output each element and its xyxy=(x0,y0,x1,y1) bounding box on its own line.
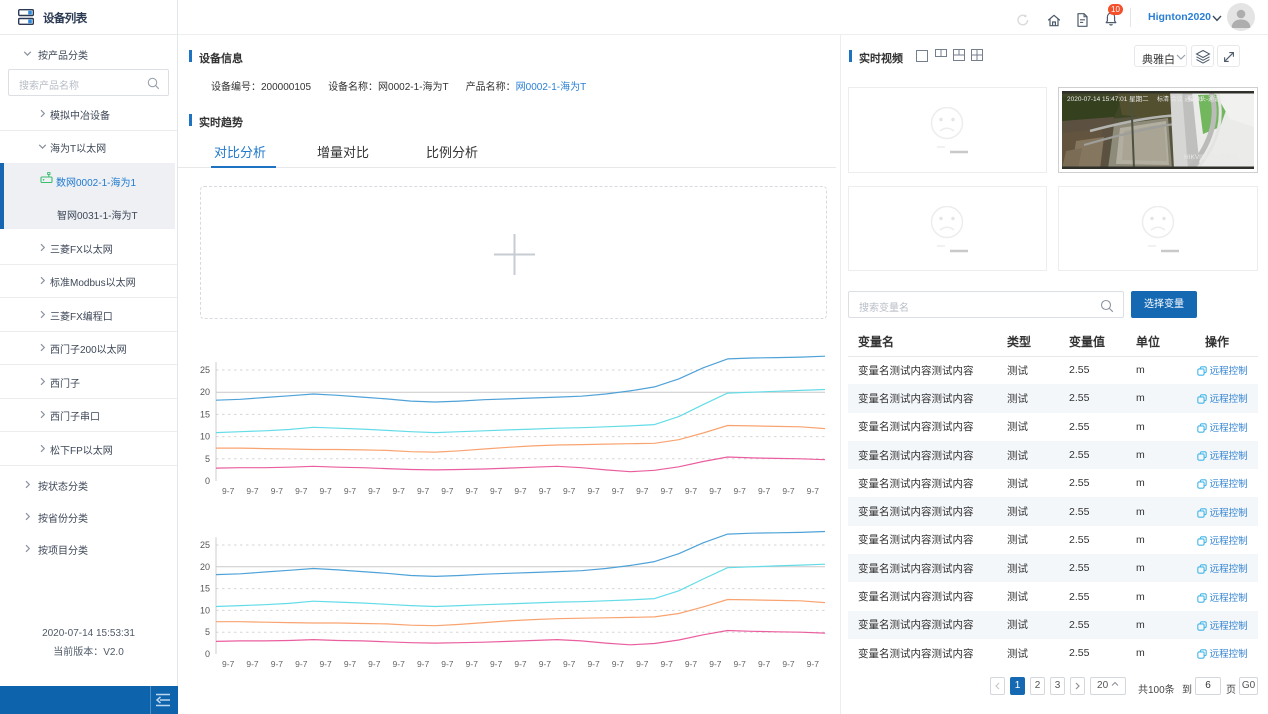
svg-text:9-7: 9-7 xyxy=(587,486,600,496)
svg-text:20: 20 xyxy=(200,562,210,572)
svg-text:0: 0 xyxy=(205,476,210,486)
svg-text:9-7: 9-7 xyxy=(685,659,698,669)
svg-text:9-7: 9-7 xyxy=(271,659,284,669)
svg-text:9-7: 9-7 xyxy=(466,486,479,496)
svg-text:9-7: 9-7 xyxy=(222,659,235,669)
svg-text:9-7: 9-7 xyxy=(587,659,600,669)
svg-text:9-7: 9-7 xyxy=(612,486,625,496)
svg-text:9-7: 9-7 xyxy=(319,659,332,669)
svg-text:9-7: 9-7 xyxy=(734,659,747,669)
svg-text:9-7: 9-7 xyxy=(490,659,503,669)
svg-text:9-7: 9-7 xyxy=(246,486,259,496)
svg-text:9-7: 9-7 xyxy=(514,486,527,496)
svg-text:9-7: 9-7 xyxy=(271,486,284,496)
svg-text:9-7: 9-7 xyxy=(807,659,820,669)
svg-text:9-7: 9-7 xyxy=(685,486,698,496)
svg-text:15: 15 xyxy=(200,584,210,594)
svg-text:9-7: 9-7 xyxy=(295,659,308,669)
svg-text:9-7: 9-7 xyxy=(636,659,649,669)
svg-text:9-7: 9-7 xyxy=(636,486,649,496)
svg-text:9-7: 9-7 xyxy=(490,486,503,496)
svg-text:摄像头-通道01: 摄像头-通道01 xyxy=(1188,95,1227,103)
svg-text:9-7: 9-7 xyxy=(441,486,454,496)
svg-text:9-7: 9-7 xyxy=(393,659,406,669)
svg-text:9-7: 9-7 xyxy=(734,486,747,496)
svg-text:9-7: 9-7 xyxy=(661,486,674,496)
svg-text:9-7: 9-7 xyxy=(466,659,479,669)
svg-text:9-7: 9-7 xyxy=(709,486,722,496)
svg-text:15: 15 xyxy=(200,409,210,419)
svg-text:9-7: 9-7 xyxy=(368,486,381,496)
svg-text:HIKVISION 摄像头: HIKVISION 摄像头 xyxy=(1184,152,1239,161)
svg-text:9-7: 9-7 xyxy=(344,659,357,669)
svg-text:9-7: 9-7 xyxy=(539,486,552,496)
svg-text:2020-07-14 15:47:01 星期二: 2020-07-14 15:47:01 星期二 xyxy=(1067,95,1149,103)
svg-text:20: 20 xyxy=(200,387,210,397)
svg-text:0: 0 xyxy=(205,649,210,659)
svg-text:25: 25 xyxy=(200,540,210,550)
svg-text:5: 5 xyxy=(205,627,210,637)
svg-text:9-7: 9-7 xyxy=(393,486,406,496)
svg-text:9-7: 9-7 xyxy=(612,659,625,669)
svg-text:9-7: 9-7 xyxy=(441,659,454,669)
svg-text:9-7: 9-7 xyxy=(563,659,576,669)
svg-text:9-7: 9-7 xyxy=(539,659,552,669)
svg-text:9-7: 9-7 xyxy=(319,486,332,496)
svg-text:9-7: 9-7 xyxy=(563,486,576,496)
svg-text:9-7: 9-7 xyxy=(246,659,259,669)
svg-text:9-7: 9-7 xyxy=(782,659,795,669)
svg-text:9-7: 9-7 xyxy=(368,659,381,669)
svg-text:5: 5 xyxy=(205,454,210,464)
svg-text:9-7: 9-7 xyxy=(417,486,430,496)
svg-text:9-7: 9-7 xyxy=(417,659,430,669)
svg-text:9-7: 9-7 xyxy=(222,486,235,496)
svg-text:9-7: 9-7 xyxy=(709,659,722,669)
svg-text:9-7: 9-7 xyxy=(807,486,820,496)
svg-text:9-7: 9-7 xyxy=(782,486,795,496)
svg-text:9-7: 9-7 xyxy=(344,486,357,496)
svg-text:10: 10 xyxy=(200,605,210,615)
svg-text:9-7: 9-7 xyxy=(295,486,308,496)
svg-text:9-7: 9-7 xyxy=(758,659,771,669)
svg-text:25: 25 xyxy=(200,365,210,375)
svg-text:9-7: 9-7 xyxy=(514,659,527,669)
svg-text:9-7: 9-7 xyxy=(758,486,771,496)
svg-text:10: 10 xyxy=(200,432,210,442)
svg-text:9-7: 9-7 xyxy=(661,659,674,669)
